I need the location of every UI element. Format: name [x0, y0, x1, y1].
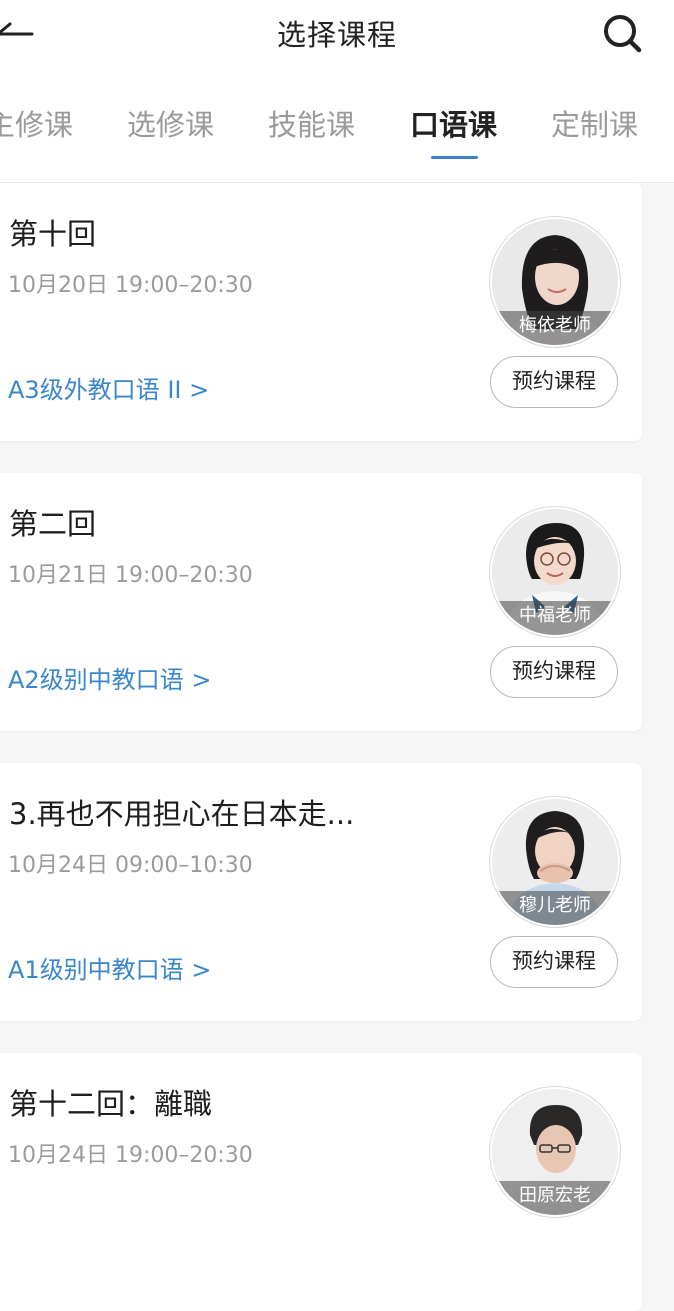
search-button[interactable] [596, 10, 648, 56]
tab-skill[interactable]: 技能课 [268, 102, 355, 144]
lesson-time: 10月21日 19:00–20:30 [8, 563, 253, 588]
teacher-name: 梅依老师 [492, 311, 618, 345]
lesson-time: 10月20日 19:00–20:30 [8, 273, 253, 298]
tab-custom[interactable]: 定制课 [551, 102, 638, 144]
search-icon [604, 15, 642, 53]
tab-elective[interactable]: 选修课 [127, 102, 214, 144]
category-tabs: 主修课 选修课 技能课 口语课 定制课 [0, 66, 674, 183]
course-link[interactable]: A3级外教口语 II > [8, 370, 209, 405]
page-title: 选择课程 [276, 18, 397, 52]
lesson-title: 第十回 [9, 217, 97, 251]
teacher-name: 中福老师 [492, 601, 618, 635]
book-course-button[interactable]: 预约课程 [490, 646, 618, 698]
lesson-title: 3.再也不用担心在日本走... [9, 797, 355, 831]
teacher-name: 田原宏老 [492, 1181, 618, 1215]
teacher-avatar[interactable]: 穆儿老师 [490, 797, 620, 927]
lesson-card[interactable]: 3.再也不用担心在日本走... 10月24日 09:00–10:30 A1级别中… [0, 763, 642, 1021]
lesson-card[interactable]: 第十回 10月20日 19:00–20:30 A3级外教口语 II > 梅依老师… [0, 183, 642, 441]
lesson-title: 第二回 [9, 507, 97, 541]
teacher-avatar[interactable]: 梅依老师 [490, 217, 620, 347]
lesson-card[interactable]: 第二回 10月21日 19:00–20:30 A2级别中教口语 > 中福老师 预… [0, 473, 642, 731]
book-course-button[interactable]: 预约课程 [490, 356, 618, 408]
tab-major[interactable]: 主修课 [0, 102, 73, 144]
course-link[interactable]: A2级别中教口语 > [8, 660, 211, 695]
course-link[interactable]: A1级别中教口语 > [8, 950, 211, 985]
header-bar: 选择课程 [0, 0, 674, 66]
tab-speaking[interactable]: 口语课 [410, 102, 497, 144]
teacher-name: 穆儿老师 [492, 891, 618, 925]
lesson-title: 第十二回：離職 [9, 1087, 213, 1121]
lesson-card[interactable]: 第十二回：離職 10月24日 19:00–20:30 田原宏老 [0, 1053, 642, 1311]
teacher-avatar[interactable]: 田原宏老 [490, 1087, 620, 1217]
active-tab-indicator [431, 156, 478, 159]
lesson-time: 10月24日 19:00–20:30 [8, 1143, 253, 1168]
lesson-time: 10月24日 09:00–10:30 [8, 853, 253, 878]
teacher-avatar[interactable]: 中福老师 [490, 507, 620, 637]
book-course-button[interactable]: 预约课程 [490, 936, 618, 988]
